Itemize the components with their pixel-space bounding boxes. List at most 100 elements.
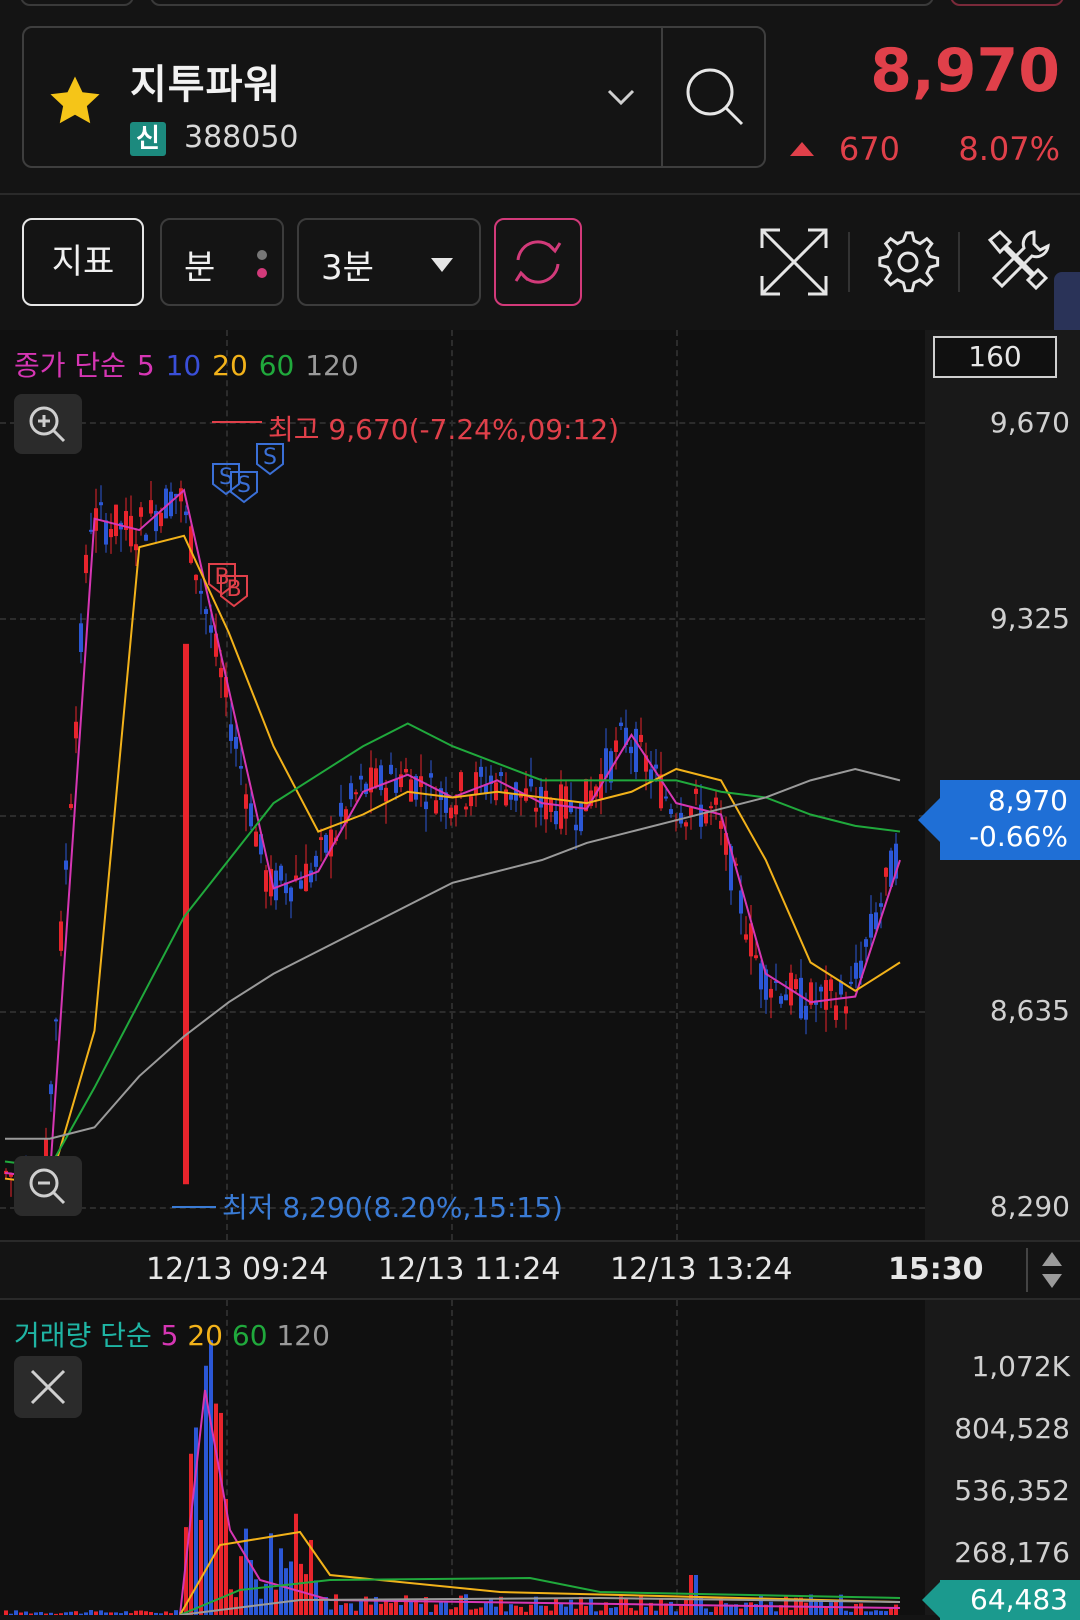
volume-bar bbox=[74, 1611, 78, 1615]
time-scroll-arrows[interactable] bbox=[1026, 1248, 1076, 1292]
volume-bar bbox=[519, 1606, 523, 1615]
volume-bar bbox=[844, 1610, 848, 1615]
volume-bar bbox=[479, 1607, 483, 1615]
current-price-tag-pct: -0.66% bbox=[968, 820, 1068, 853]
candle-body bbox=[104, 520, 108, 545]
price-tick: 8,290 bbox=[989, 1190, 1070, 1223]
ma-legend-120: 120 bbox=[305, 349, 359, 382]
volume-bar bbox=[574, 1608, 578, 1615]
minute-mode-button[interactable]: 분 bbox=[160, 218, 284, 306]
toolbar-divider bbox=[848, 232, 850, 292]
top-tab-left[interactable] bbox=[20, 0, 134, 6]
expand-icon[interactable] bbox=[758, 226, 830, 298]
visible-count-box[interactable]: 160 bbox=[933, 336, 1057, 378]
candle-body bbox=[819, 986, 823, 992]
top-tab-middle[interactable] bbox=[150, 0, 934, 6]
candle-body bbox=[319, 837, 323, 840]
candle-body bbox=[349, 783, 353, 800]
candle-body bbox=[394, 778, 398, 793]
price-change-percent: 8.07% bbox=[958, 130, 1060, 168]
volume-tick: 536,352 bbox=[954, 1474, 1070, 1507]
interval-label: 3분 bbox=[321, 248, 374, 288]
volume-bar bbox=[439, 1601, 443, 1615]
volume-bar bbox=[539, 1605, 543, 1615]
volume-bar bbox=[199, 1519, 203, 1615]
volume-bar bbox=[584, 1606, 588, 1615]
candle-body bbox=[359, 775, 363, 780]
minute-mode-label: 분 bbox=[184, 248, 216, 288]
volume-bar bbox=[354, 1610, 358, 1615]
ma-line-60 bbox=[4, 722, 901, 1169]
candle-body bbox=[59, 921, 63, 951]
search-button[interactable] bbox=[660, 28, 764, 166]
indicator-button[interactable]: 지표 bbox=[22, 218, 144, 306]
volume-bar bbox=[684, 1599, 688, 1615]
candle-body bbox=[769, 988, 773, 998]
ma-legend[interactable]: 종가 단순 5 10 20 60 120 bbox=[14, 344, 361, 384]
volume-bar bbox=[644, 1606, 648, 1615]
volume-bar bbox=[389, 1603, 393, 1615]
candle-body bbox=[114, 504, 118, 537]
candle-body bbox=[184, 511, 188, 516]
volume-bar bbox=[534, 1596, 538, 1615]
favorite-star-icon[interactable] bbox=[44, 70, 106, 132]
gear-icon[interactable] bbox=[872, 226, 944, 298]
ma-legend-60: 60 bbox=[258, 349, 295, 382]
volume-bar bbox=[419, 1603, 423, 1615]
volume-legend[interactable]: 거래량 단순 5 20 60 120 bbox=[14, 1314, 330, 1354]
ma-legend-prefix: 종가 단순 bbox=[14, 349, 126, 382]
end-time: 15:30 bbox=[888, 1252, 984, 1287]
interval-select[interactable]: 3분 bbox=[297, 218, 481, 306]
volume-bar bbox=[629, 1607, 633, 1615]
candle-body bbox=[49, 1084, 53, 1095]
volume-bar bbox=[884, 1611, 888, 1615]
candle-body bbox=[564, 786, 568, 819]
close-volume-button[interactable] bbox=[14, 1356, 82, 1418]
candle-body bbox=[684, 822, 688, 827]
top-tab-right[interactable] bbox=[950, 0, 1064, 6]
volume-bar bbox=[144, 1611, 148, 1615]
current-volume-value: 64,483 bbox=[970, 1583, 1068, 1616]
volume-bar bbox=[559, 1603, 563, 1615]
volume-bar bbox=[579, 1596, 583, 1615]
volume-bar bbox=[749, 1602, 753, 1615]
volume-legend-60: 60 bbox=[231, 1319, 268, 1352]
zoom-out-button[interactable] bbox=[14, 1156, 82, 1216]
candle-body bbox=[84, 554, 88, 574]
volume-bar bbox=[744, 1602, 748, 1615]
volume-bar bbox=[239, 1556, 243, 1615]
zoom-in-button[interactable] bbox=[14, 394, 82, 454]
volume-bar bbox=[679, 1606, 683, 1615]
volume-bar bbox=[124, 1611, 128, 1615]
up-triangle-icon bbox=[790, 142, 814, 156]
volume-bar bbox=[234, 1597, 238, 1615]
price-chart[interactable]: S SSBB bbox=[0, 330, 925, 1240]
candle-body bbox=[64, 860, 68, 870]
candle-body bbox=[204, 609, 208, 614]
volume-bar bbox=[24, 1611, 28, 1615]
header-divider bbox=[0, 193, 1080, 195]
volume-bar bbox=[624, 1598, 628, 1615]
candle-body bbox=[794, 979, 798, 990]
volume-bar bbox=[399, 1604, 403, 1615]
chevron-down-icon[interactable] bbox=[606, 88, 636, 106]
volume-bar bbox=[829, 1602, 833, 1615]
sell-marker[interactable]: S bbox=[212, 463, 240, 496]
menu-dot bbox=[257, 250, 267, 260]
volume-bar bbox=[554, 1597, 558, 1615]
ma-legend-20: 20 bbox=[212, 349, 248, 382]
volume-bar bbox=[879, 1610, 883, 1615]
candle-body bbox=[434, 800, 438, 814]
tools-icon[interactable] bbox=[982, 226, 1054, 298]
volume-bar bbox=[449, 1609, 453, 1615]
refresh-button[interactable] bbox=[494, 218, 582, 306]
candle-body bbox=[869, 913, 873, 938]
volume-legend-20: 20 bbox=[187, 1319, 223, 1352]
sell-marker[interactable]: S bbox=[256, 443, 284, 476]
candle-body bbox=[234, 736, 238, 749]
candle-body bbox=[409, 779, 413, 802]
candle-body bbox=[864, 939, 868, 947]
volume-bar bbox=[569, 1599, 573, 1615]
candle-body bbox=[389, 764, 393, 774]
candle-body bbox=[144, 534, 148, 541]
